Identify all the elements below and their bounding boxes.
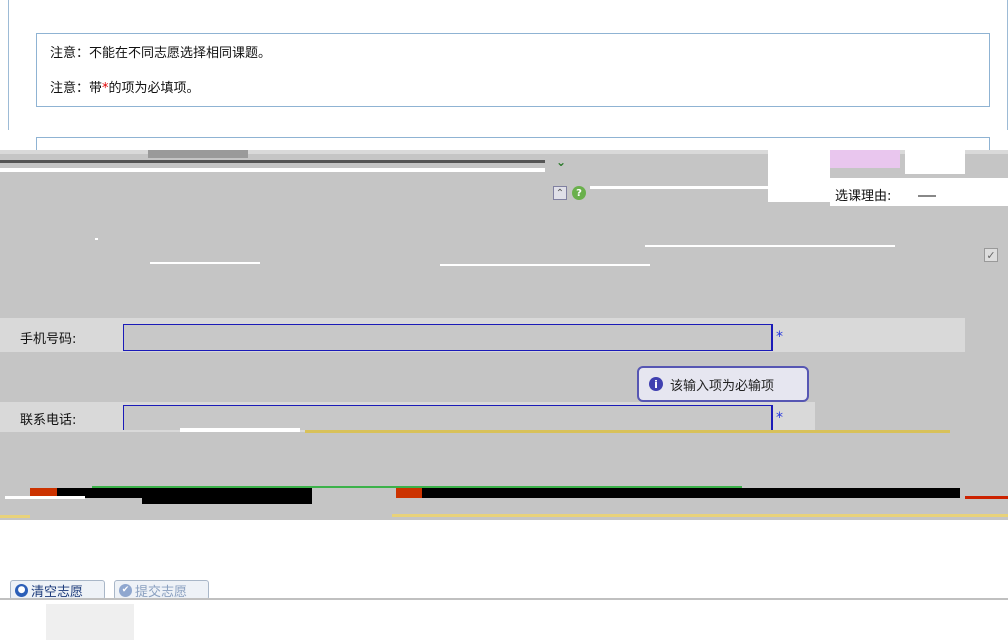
glitch-block <box>830 150 900 168</box>
glitch-line <box>305 430 950 433</box>
checkbox-icon[interactable]: ✓ <box>984 248 998 262</box>
glitch-block <box>768 150 830 202</box>
glitch-line <box>392 514 1008 517</box>
tooltip-text: 该输入项为必输项 <box>670 378 775 394</box>
glitch-bar <box>142 488 312 504</box>
required-tooltip: i 该输入项为必输项 <box>637 366 809 402</box>
help-icon[interactable]: ? <box>572 186 586 200</box>
contact-required-mark: * <box>776 410 783 426</box>
glitch-line <box>180 428 300 432</box>
submit-icon: ✔ <box>119 583 132 597</box>
glitch-dot <box>95 238 98 240</box>
glitch-line <box>0 160 545 163</box>
reason-label: 选课理由: <box>835 189 892 204</box>
notice-panel: 注意：不能在不同志愿选择相同课题。 注意：带*的项为必填项。 <box>36 33 990 107</box>
glitch-line <box>0 168 545 172</box>
glitch-block <box>396 488 422 498</box>
glitch-line <box>440 264 650 266</box>
clear-icon: ● <box>15 583 28 597</box>
info-icon: i <box>649 377 663 391</box>
glitch-line <box>0 515 30 518</box>
glitch-block <box>148 150 248 158</box>
glitch-block <box>46 604 134 640</box>
phone-input[interactable] <box>123 324 773 351</box>
glitch-bar <box>422 488 960 498</box>
glitch-line <box>918 195 936 197</box>
glitch-line <box>590 186 770 189</box>
glitch-line <box>5 496 85 499</box>
chevron-down-icon[interactable]: ⌄ <box>553 154 569 170</box>
notice-line-2: 注意：带*的项为必填项。 <box>50 81 200 96</box>
glitch-line <box>150 262 260 264</box>
contact-input[interactable] <box>123 405 773 430</box>
glitch-block <box>905 150 965 174</box>
divider <box>0 598 1008 600</box>
phone-label: 手机号码: <box>20 332 77 347</box>
phone-required-mark: * <box>776 329 783 345</box>
clear-button[interactable]: ● 清空志愿 <box>10 580 105 600</box>
glitch-line <box>645 245 895 247</box>
notice-line-1: 注意：不能在不同志愿选择相同课题。 <box>50 46 272 61</box>
glitch-line <box>965 496 1008 499</box>
contact-label: 联系电话: <box>20 413 77 428</box>
chevron-up-icon[interactable]: ⌃ <box>553 186 567 200</box>
submit-button[interactable]: ✔ 提交志愿 <box>114 580 209 600</box>
